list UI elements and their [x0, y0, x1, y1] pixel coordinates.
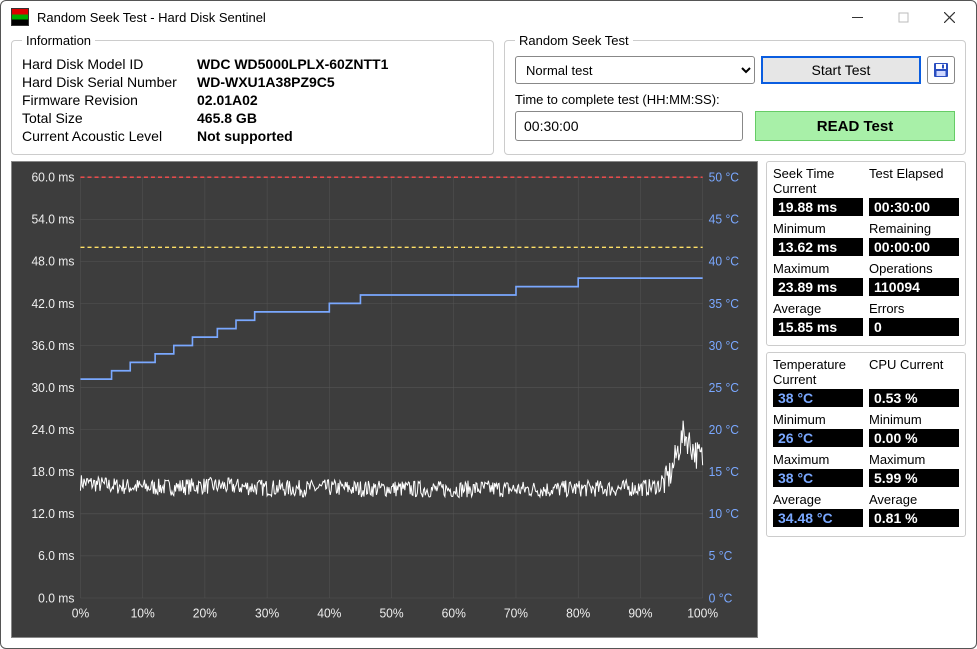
svg-text:15 °C: 15 °C [709, 465, 739, 480]
seek-min-value: 13.62 ms [773, 238, 863, 256]
cpu-current-value: 0.53 % [869, 389, 959, 407]
cpu-min-value: 0.00 % [869, 429, 959, 447]
firmware-value: 02.01A02 [197, 92, 483, 108]
floppy-disk-icon [933, 62, 949, 78]
svg-text:90%: 90% [628, 606, 652, 621]
svg-text:20%: 20% [193, 606, 217, 621]
temp-min-value: 26 °C [773, 429, 863, 447]
test-legend: Random Seek Test [515, 33, 633, 48]
svg-text:80%: 80% [566, 606, 590, 621]
test-type-select[interactable]: Normal test [515, 56, 755, 84]
acoustic-value: Not supported [197, 128, 483, 144]
maximize-button[interactable] [880, 2, 926, 32]
svg-text:10%: 10% [131, 606, 155, 621]
svg-text:5 °C: 5 °C [709, 549, 733, 564]
seek-avg-value: 15.85 ms [773, 318, 863, 336]
svg-text:0%: 0% [72, 606, 89, 621]
svg-text:60%: 60% [442, 606, 466, 621]
svg-text:18.0 ms: 18.0 ms [31, 465, 74, 480]
svg-text:6.0 ms: 6.0 ms [38, 549, 74, 564]
titlebar: Random Seek Test - Hard Disk Sentinel [1, 1, 976, 33]
operations-value: 110094 [869, 278, 959, 296]
svg-text:50%: 50% [379, 606, 403, 621]
remaining-value: 00:00:00 [869, 238, 959, 256]
test-elapsed-value: 00:30:00 [869, 198, 959, 216]
svg-text:60.0 ms: 60.0 ms [31, 170, 74, 185]
start-test-button[interactable]: Start Test [761, 56, 921, 84]
time-input[interactable] [515, 111, 743, 141]
seek-chart: 0.0 ms 6.0 ms 12.0 ms 18.0 ms 24.0 ms 30.0 ms… [11, 161, 758, 638]
model-id-label: Hard Disk Model ID [22, 56, 197, 72]
svg-text:0 °C: 0 °C [709, 591, 733, 606]
read-test-button[interactable]: READ Test [755, 111, 955, 141]
temp-avg-value: 34.48 °C [773, 509, 863, 527]
temp-max-value: 38 °C [773, 469, 863, 487]
svg-text:70%: 70% [504, 606, 528, 621]
size-value: 465.8 GB [197, 110, 483, 126]
firmware-label: Firmware Revision [22, 92, 197, 108]
svg-text:20 °C: 20 °C [709, 423, 739, 438]
minimize-button[interactable] [834, 2, 880, 32]
cpu-avg-value: 0.81 % [869, 509, 959, 527]
svg-text:40%: 40% [317, 606, 341, 621]
temp-current-value: 38 °C [773, 389, 863, 407]
acoustic-label: Current Acoustic Level [22, 128, 197, 144]
size-label: Total Size [22, 110, 197, 126]
svg-text:12.0 ms: 12.0 ms [31, 507, 74, 522]
svg-text:30%: 30% [255, 606, 279, 621]
serial-label: Hard Disk Serial Number [22, 74, 197, 90]
seek-max-value: 23.89 ms [773, 278, 863, 296]
svg-text:0.0 ms: 0.0 ms [38, 591, 74, 606]
save-button[interactable] [927, 56, 955, 84]
time-label: Time to complete test (HH:MM:SS): [515, 92, 955, 107]
close-button[interactable] [926, 2, 972, 32]
svg-text:100%: 100% [687, 606, 718, 621]
svg-text:36.0 ms: 36.0 ms [31, 338, 74, 353]
svg-text:45 °C: 45 °C [709, 212, 739, 227]
svg-text:25 °C: 25 °C [709, 381, 739, 396]
app-icon [11, 8, 29, 26]
svg-text:30.0 ms: 30.0 ms [31, 381, 74, 396]
cpu-max-value: 5.99 % [869, 469, 959, 487]
svg-text:24.0 ms: 24.0 ms [31, 423, 74, 438]
serial-value: WD-WXU1A38PZ9C5 [197, 74, 483, 90]
svg-text:42.0 ms: 42.0 ms [31, 296, 74, 311]
test-group: Random Seek Test Normal test Start Test … [504, 33, 966, 155]
information-group: Information Hard Disk Model ID WDC WD500… [11, 33, 494, 155]
svg-text:40 °C: 40 °C [709, 254, 739, 269]
svg-text:10 °C: 10 °C [709, 507, 739, 522]
svg-text:35 °C: 35 °C [709, 296, 739, 311]
errors-value: 0 [869, 318, 959, 336]
svg-text:48.0 ms: 48.0 ms [31, 254, 74, 269]
model-id-value: WDC WD5000LPLX-60ZNTT1 [197, 56, 483, 72]
svg-text:30 °C: 30 °C [709, 338, 739, 353]
information-legend: Information [22, 33, 95, 48]
seek-current-value: 19.88 ms [773, 198, 863, 216]
svg-text:54.0 ms: 54.0 ms [31, 212, 74, 227]
svg-text:50 °C: 50 °C [709, 170, 739, 185]
seek-time-group: Seek Time Current Test Elapsed 19.88 ms … [766, 161, 966, 346]
window-title: Random Seek Test - Hard Disk Sentinel [37, 10, 834, 25]
temp-cpu-group: Temperature Current CPU Current 38 °C 0.… [766, 352, 966, 537]
